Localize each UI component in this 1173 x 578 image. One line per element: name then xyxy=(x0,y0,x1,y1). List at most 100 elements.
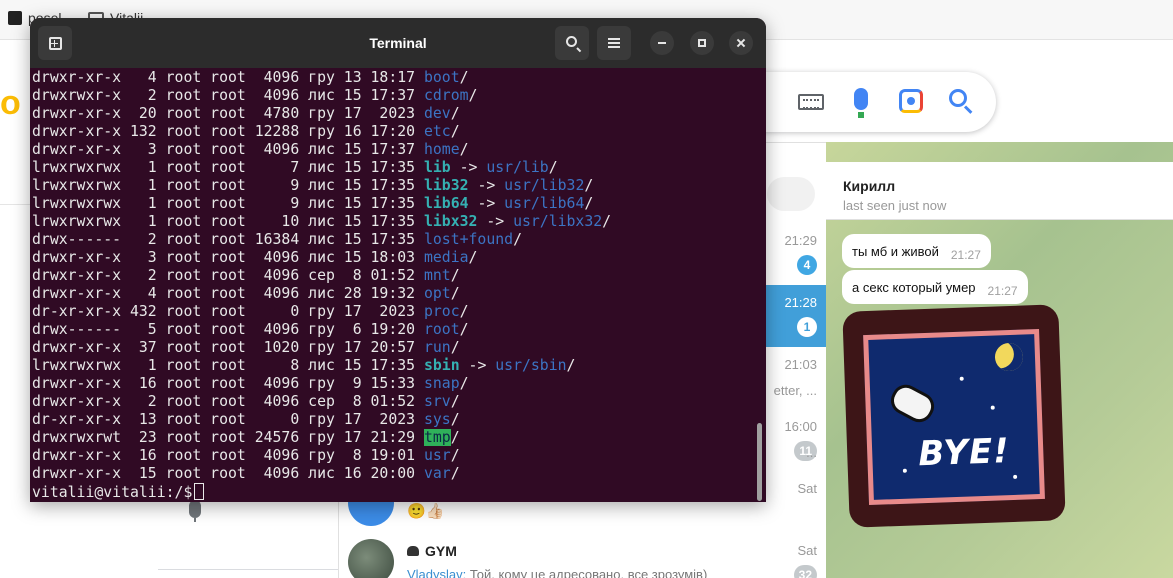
listing-row: lrwxrwxrwx 1 root root 9 лис 15 17:35 li… xyxy=(32,195,756,213)
chat-name[interactable]: GYM xyxy=(407,543,457,559)
lens-icon[interactable] xyxy=(899,89,923,113)
minimize-button[interactable] xyxy=(650,31,674,55)
chat-preview-emoji: 🙂👍🏻 xyxy=(407,503,445,520)
entry-name: etc xyxy=(423,123,451,140)
link-target: usr/sbin xyxy=(495,357,567,374)
dir-suffix: / xyxy=(513,231,522,248)
dir-suffix: / xyxy=(459,303,469,320)
message-time: 21:27 xyxy=(987,284,1018,298)
entry-metadata: drwxr-xr-x 3 root root 4096 лис 15 18:03 xyxy=(32,249,424,266)
entry-metadata: lrwxrwxrwx 1 root root 9 лис 15 17:35 xyxy=(32,177,424,194)
listing-row: lrwxrwxrwx 1 root root 8 лис 15 17:35 sb… xyxy=(32,357,756,375)
entry-name: root xyxy=(423,321,460,338)
entry-name: lost+found xyxy=(423,231,514,248)
shell-prompt: vitalii@vitalii:/$ xyxy=(32,484,193,501)
listing-row: drwxr-xr-x 15 root root 4096 лис 16 20:0… xyxy=(32,465,756,483)
chat-header[interactable]: Кирилл last seen just now xyxy=(826,162,1173,220)
dir-suffix: / xyxy=(459,375,469,392)
link-arrow: -> xyxy=(459,357,496,374)
message-text: ты мб и живой xyxy=(852,243,939,259)
listing-row: drwxr-xr-x 4 root root 4096 лис 28 19:32… xyxy=(32,285,756,303)
chat-time: 16:00 xyxy=(784,419,817,434)
entry-metadata: drwxr-xr-x 3 root root 4096 лис 15 17:37 xyxy=(32,141,424,158)
bye-sticker[interactable]: BYE! xyxy=(842,304,1066,528)
entry-name: mnt xyxy=(423,267,451,284)
entry-name: cdrom xyxy=(423,87,469,104)
entry-name: boot xyxy=(423,69,460,86)
listing-row: drwx------ 2 root root 16384 лис 15 17:3… xyxy=(32,231,756,249)
star-icon xyxy=(1013,474,1018,479)
listing-row: dr-xr-xr-x 432 root root 0 гру 17 2023 p… xyxy=(32,303,756,321)
dir-suffix: / xyxy=(450,123,460,140)
listing-row: drwxr-xr-x 3 root root 4096 лис 15 17:37… xyxy=(32,141,756,159)
terminal-window[interactable]: Terminal drwxr-xr-x 4 root root 4096 гру… xyxy=(30,18,766,502)
moon-icon xyxy=(994,342,1024,372)
menu-button[interactable] xyxy=(597,26,631,60)
terminal-output[interactable]: drwxr-xr-x 4 root root 4096 гру 13 18:17… xyxy=(32,68,756,502)
dir-suffix: / xyxy=(450,447,460,464)
gym-title: GYM xyxy=(425,543,457,559)
listing-row: drwxr-xr-x 132 root root 12288 гру 16 17… xyxy=(32,123,756,141)
chat-time: 21:29 xyxy=(784,233,817,248)
entry-name: lib32 xyxy=(423,177,469,194)
entry-name: run xyxy=(423,339,451,356)
maximize-button[interactable] xyxy=(690,31,714,55)
search-icon[interactable] xyxy=(949,89,967,107)
tab-favicon-icon xyxy=(8,11,22,25)
entry-name: snap xyxy=(423,375,460,392)
listing-row: lrwxrwxrwx 1 root root 9 лис 15 17:35 li… xyxy=(32,177,756,195)
dir-suffix: / xyxy=(450,411,460,428)
search-button[interactable] xyxy=(555,26,589,60)
telegram-conversation: Кирилл last seen just now ты мб и живой … xyxy=(826,142,1173,578)
message-bubble[interactable]: а секс который умер 21:27 xyxy=(842,270,1028,304)
voice-search-icon[interactable] xyxy=(854,88,868,118)
link-target: usr/lib64 xyxy=(504,195,585,212)
prompt-line[interactable]: vitalii@vitalii:/$ xyxy=(32,483,756,501)
entry-metadata: lrwxrwxrwx 1 root root 9 лис 15 17:35 xyxy=(32,195,424,212)
entry-metadata: drwxr-xr-x 4 root root 4096 лис 28 19:32 xyxy=(32,285,424,302)
entry-metadata: drwxrwxr-x 2 root root 4096 лис 15 17:37 xyxy=(32,87,424,104)
listing-row: drwxr-xr-x 2 root root 4096 сер 8 01:52 … xyxy=(32,267,756,285)
entry-metadata: drwxr-xr-x 2 root root 4096 сер 8 01:52 xyxy=(32,267,424,284)
close-button[interactable] xyxy=(729,31,753,55)
close-icon xyxy=(736,38,746,48)
terminal-header-bar[interactable]: Terminal xyxy=(30,18,766,68)
entry-metadata: drwxr-xr-x 2 root root 4096 сер 8 01:52 xyxy=(32,393,424,410)
entry-name: lib64 xyxy=(423,195,469,212)
listing-row: drwxrwxrwt 23 root root 24576 гру 17 21:… xyxy=(32,429,756,447)
listing-row: lrwxrwxrwx 1 root root 7 лис 15 17:35 li… xyxy=(32,159,756,177)
dir-suffix: / xyxy=(459,321,469,338)
chat-search-field[interactable] xyxy=(767,177,815,211)
dir-suffix: / xyxy=(584,195,594,212)
fist-icon xyxy=(886,379,940,428)
entry-metadata: lrwxrwxrwx 1 root root 10 лис 15 17:35 xyxy=(32,213,424,230)
entry-name: home xyxy=(423,141,460,158)
entry-name: sys xyxy=(423,411,451,428)
keyboard-icon[interactable] xyxy=(798,94,824,110)
chat-time: Sat xyxy=(797,543,817,558)
entry-name: media xyxy=(423,249,469,266)
microphone-icon[interactable] xyxy=(189,500,201,522)
sticker-night-sky: BYE! xyxy=(863,328,1045,506)
listing-row: drwxr-xr-x 37 root root 1020 гру 17 20:5… xyxy=(32,339,756,357)
message-time: 21:27 xyxy=(950,248,981,262)
gym-avatar[interactable] xyxy=(348,539,394,578)
entry-metadata: drwxr-xr-x 16 root root 4096 гру 8 19:01 xyxy=(32,447,424,464)
message-bubble[interactable]: ты мб и живой 21:27 xyxy=(842,234,991,268)
preview-text: Той, кому це адресовано, все зрозумів) xyxy=(469,567,708,578)
hamburger-menu-icon xyxy=(608,38,620,48)
dir-suffix: / xyxy=(450,285,460,302)
terminal-scrollbar[interactable] xyxy=(757,423,762,501)
link-target: usr/lib xyxy=(486,159,549,176)
link-arrow: -> xyxy=(468,177,505,194)
entry-name: tmp xyxy=(423,429,451,446)
entry-metadata: drwxr-xr-x 4 root root 4096 гру 13 18:17 xyxy=(32,69,424,86)
message-text: а секс который умер xyxy=(852,279,976,295)
minimize-icon xyxy=(658,42,666,44)
entry-name: opt xyxy=(423,285,451,302)
entry-metadata: drwxrwxrwt 23 root root 24576 гру 17 21:… xyxy=(32,429,424,446)
link-target: usr/lib32 xyxy=(504,177,585,194)
link-arrow: -> xyxy=(468,195,505,212)
entry-metadata: dr-xr-xr-x 432 root root 0 гру 17 2023 xyxy=(32,303,424,320)
entry-name: usr xyxy=(423,447,451,464)
